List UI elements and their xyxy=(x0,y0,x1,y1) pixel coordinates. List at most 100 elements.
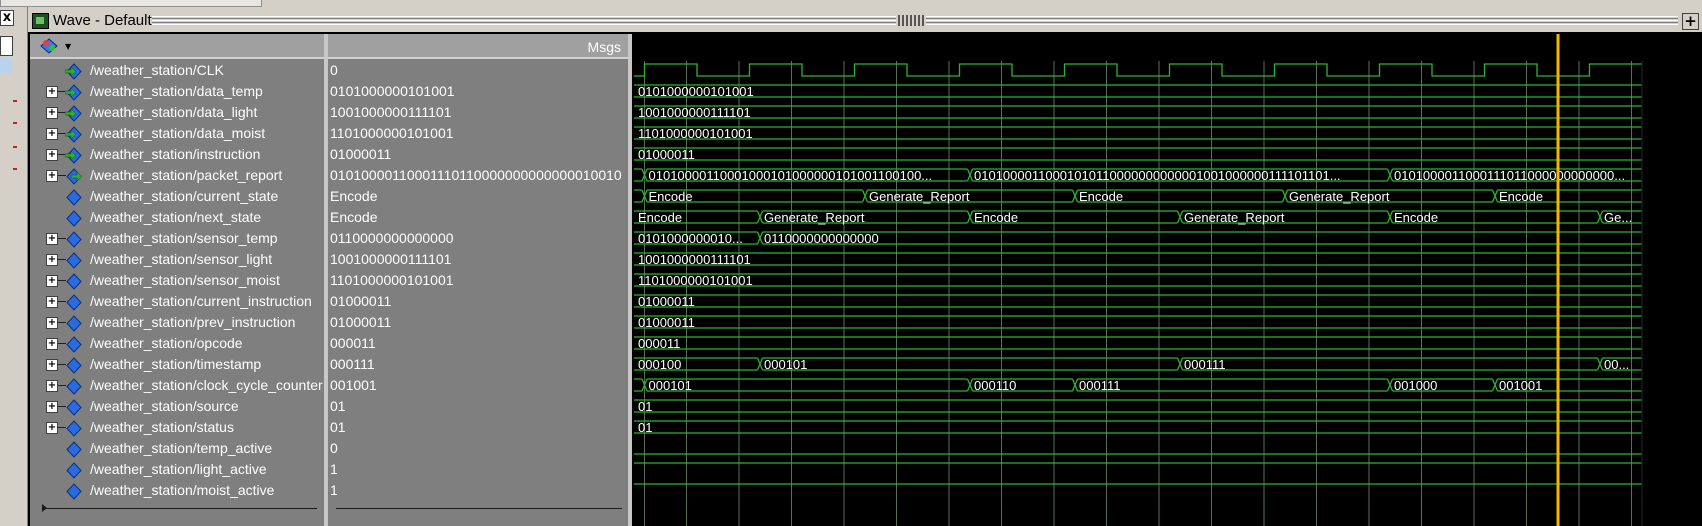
expand-icon[interactable]: + xyxy=(46,254,58,266)
expand-icon[interactable]: + xyxy=(46,128,58,140)
bus-segment xyxy=(634,147,1642,161)
signal-value: 000011 xyxy=(330,335,376,351)
signal-row[interactable]: + /weather_station/data_light xyxy=(30,103,324,124)
bus-value-label: Encode xyxy=(1394,210,1438,225)
signal-row[interactable]: + /weather_station/status xyxy=(30,418,324,439)
chevron-down-icon[interactable]: ▼ xyxy=(65,42,71,51)
bus-segment xyxy=(634,189,642,203)
expand-icon[interactable]: + xyxy=(46,422,58,434)
internal-signal-icon xyxy=(66,210,82,227)
drag-handle[interactable] xyxy=(898,15,924,26)
input-port-icon xyxy=(65,147,82,164)
signal-name: /weather_station/sensor_light xyxy=(90,251,273,267)
bus-transition xyxy=(1281,189,1289,203)
bus-transition xyxy=(861,189,869,203)
expand-icon[interactable]: + xyxy=(46,359,58,371)
signal-row[interactable]: /weather_station/current_state xyxy=(30,187,324,208)
bus-transition xyxy=(1596,210,1604,224)
close-button[interactable]: x xyxy=(0,10,14,26)
marker xyxy=(13,100,17,102)
signal-row[interactable]: + /weather_station/sensor_moist xyxy=(30,271,324,292)
bus-segment xyxy=(1182,357,1598,371)
clock-waveform xyxy=(634,63,1642,77)
bus-transition xyxy=(1386,378,1394,392)
expand-icon[interactable]: + xyxy=(46,401,58,413)
signal-name: /weather_station/data_moist xyxy=(90,125,266,141)
internal-signal-icon xyxy=(66,441,82,458)
signal-row[interactable]: + /weather_station/packet_report xyxy=(30,166,324,187)
expand-icon[interactable]: + xyxy=(46,338,58,350)
bus-segment xyxy=(634,105,1642,119)
signal-row[interactable]: + /weather_station/data_moist xyxy=(30,124,324,145)
signal-pane-header xyxy=(30,34,324,59)
value-end-line xyxy=(336,508,622,509)
bus-transition xyxy=(756,357,764,371)
expand-icon[interactable]: + xyxy=(46,275,58,287)
expand-icon[interactable]: + xyxy=(46,296,58,308)
expand-icon[interactable]: + xyxy=(46,170,58,182)
bus-value-label: 01 xyxy=(638,399,652,414)
bus-transition xyxy=(1596,357,1604,371)
bus-value-label: Generate_Report xyxy=(1289,189,1390,204)
waveform-canvas[interactable]: 0101000000101001 1001000000111101 11010000… xyxy=(632,34,1702,526)
signal-row[interactable]: /weather_station/moist_active xyxy=(30,481,324,502)
signal-row[interactable]: + /weather_station/opcode xyxy=(30,334,324,355)
signal-row[interactable]: + /weather_station/timestamp xyxy=(30,355,324,376)
signal-row[interactable]: + /weather_station/prev_instruction xyxy=(30,313,324,334)
signal-name: /weather_station/moist_active xyxy=(90,482,275,498)
bus-value-label: 0110000000000000 xyxy=(764,231,879,246)
signal-row[interactable]: + /weather_station/data_temp xyxy=(30,82,324,103)
bus-value-label: 000011 xyxy=(638,336,680,351)
expand-icon[interactable]: + xyxy=(46,317,58,329)
bus-transition xyxy=(1386,168,1394,182)
internal-signal-icon xyxy=(66,336,82,353)
bus-transition xyxy=(1491,189,1499,203)
list-end-line xyxy=(45,508,317,509)
bus-value-label: 1001000000111101 xyxy=(638,105,751,120)
expand-icon[interactable]: + xyxy=(46,149,58,161)
signal-colors-icon[interactable] xyxy=(40,38,58,54)
signal-row[interactable]: + /weather_station/clock_cycle_counter xyxy=(30,376,324,397)
signal-row[interactable]: /weather_station/temp_active xyxy=(30,439,324,460)
signal-row[interactable]: /weather_station/CLK xyxy=(30,61,324,82)
bus-transition xyxy=(1176,210,1184,224)
title-drag-grip[interactable] xyxy=(152,16,896,25)
expand-icon[interactable]: + xyxy=(46,380,58,392)
signal-name: /weather_station/sensor_temp xyxy=(90,230,278,246)
signal-row[interactable]: + /weather_station/instruction xyxy=(30,145,324,166)
signal-name: /weather_station/clock_cycle_counter xyxy=(90,377,323,393)
signal-value: 001001 xyxy=(330,377,377,393)
bus-value-label: Encode xyxy=(638,210,682,225)
bus-value-label: 0101000011000101011000000000000100100000… xyxy=(974,168,1341,183)
signal-name: /weather_station/current_state xyxy=(90,188,279,204)
output-port-icon xyxy=(66,168,82,185)
dock-tab[interactable] xyxy=(0,36,13,56)
internal-signal-icon xyxy=(66,420,82,437)
bus-value-label: 01000011 xyxy=(638,315,695,330)
bus-value-label: Encode xyxy=(974,210,1018,225)
expand-icon[interactable]: + xyxy=(46,86,58,98)
signal-row[interactable]: + /weather_station/sensor_light xyxy=(30,250,324,271)
signal-row[interactable]: + /weather_station/source xyxy=(30,397,324,418)
value-pane-header xyxy=(328,34,628,59)
bus-value-label: 00... xyxy=(1604,357,1629,372)
bus-value-label: 01 xyxy=(638,420,652,435)
bus-transition xyxy=(1071,189,1079,203)
signal-row[interactable]: + /weather_station/sensor_temp xyxy=(30,229,324,250)
signal-row[interactable]: /weather_station/next_state xyxy=(30,208,324,229)
bus-value-label: 0101000000101001 xyxy=(638,84,754,99)
signal-value: 1001000000111101 xyxy=(330,251,452,267)
signal-value: 1101000000101001 xyxy=(330,125,454,141)
signal-value: Encode xyxy=(330,188,378,204)
marker xyxy=(13,146,17,148)
title-drag-grip[interactable] xyxy=(926,16,1678,25)
signal-row[interactable]: /weather_station/light_active xyxy=(30,460,324,481)
signal-name: /weather_station/source xyxy=(90,398,239,414)
bus-segment xyxy=(634,420,1642,434)
expand-icon[interactable]: + xyxy=(46,233,58,245)
signal-row[interactable]: + /weather_station/current_instruction xyxy=(30,292,324,313)
bus-value-label: 1101000000101001 xyxy=(638,126,753,141)
signal-value: 0110000000000000 xyxy=(330,230,454,246)
add-button[interactable]: + xyxy=(1682,13,1699,30)
expand-icon[interactable]: + xyxy=(46,107,58,119)
